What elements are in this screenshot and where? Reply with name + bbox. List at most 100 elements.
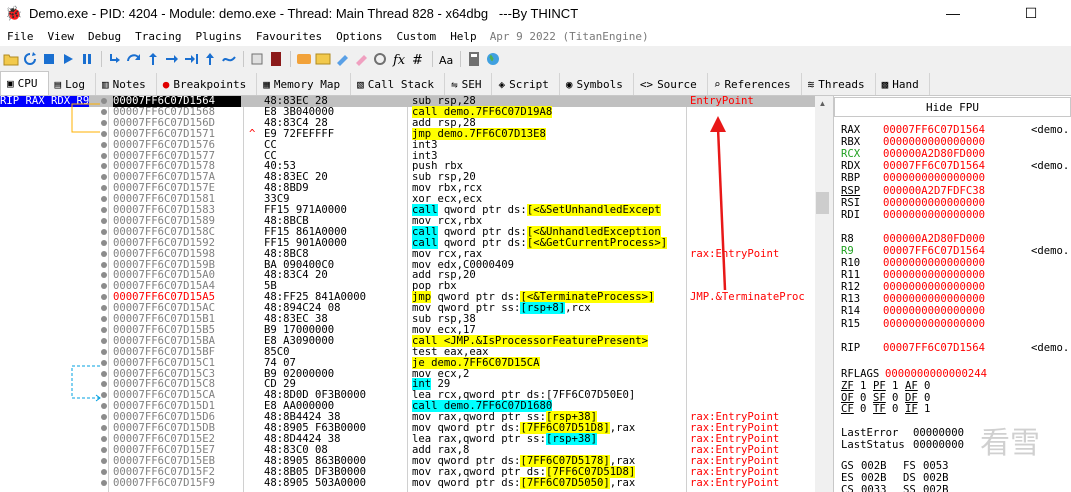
segment-value[interactable]: 002B: [923, 472, 949, 484]
run-to-user-code-icon[interactable]: [201, 50, 219, 68]
register-r15[interactable]: R15 0000000000000000: [841, 318, 1033, 330]
register-value[interactable]: 00007FF6C07D1564: [883, 124, 1033, 136]
register-r9[interactable]: R9 00007FF6C07D1564 <demo.: [841, 245, 1069, 257]
register-rdx[interactable]: RDX 00007FF6C07D1564 <demo.: [841, 160, 1069, 172]
register-rdi[interactable]: RDI 0000000000000000: [841, 209, 1033, 221]
rflags-value[interactable]: 0000000000000244: [885, 368, 1035, 380]
menu-help[interactable]: Help: [443, 30, 484, 43]
tab-breakpoints[interactable]: ● Breakpoints: [157, 73, 258, 95]
flag-value[interactable]: 0: [892, 403, 898, 415]
tab-references[interactable]: ⌕ References: [708, 73, 802, 95]
register-rip[interactable]: RIP 00007FF6C07D1564 <demo.: [841, 342, 1069, 354]
flag-value[interactable]: 1: [892, 380, 898, 392]
labels-icon[interactable]: [314, 50, 332, 68]
flag-of[interactable]: OF: [841, 392, 854, 404]
flag-value[interactable]: 0: [924, 380, 930, 392]
scroll-thumb[interactable]: [816, 192, 829, 214]
disassembly-scrollbar[interactable]: ▲: [815, 96, 830, 492]
flag-value[interactable]: 0: [924, 392, 930, 404]
hash-icon[interactable]: #: [409, 50, 427, 68]
register-value[interactable]: 0000000000000000: [883, 281, 1033, 293]
segment-value[interactable]: 0033: [861, 484, 887, 492]
register-value[interactable]: 000000A2D80FD000: [883, 148, 1033, 160]
globe-icon[interactable]: [484, 50, 502, 68]
execute-till-return-icon[interactable]: [182, 50, 200, 68]
menu-debug[interactable]: Debug: [81, 30, 128, 43]
tab-hand[interactable]: ▩ Hand: [876, 73, 930, 95]
scylla-icon[interactable]: [220, 50, 238, 68]
functions-icon[interactable]: [352, 50, 370, 68]
flag-sf[interactable]: SF: [873, 392, 886, 404]
disasm-row[interactable]: 00007FF6C07D1576 CC int3: [0, 139, 815, 151]
register-value[interactable]: 000000A2D80FD000: [883, 233, 1033, 245]
open-icon[interactable]: [2, 50, 20, 68]
register-value[interactable]: 0000000000000000: [883, 318, 1033, 330]
step-into-icon[interactable]: [106, 50, 124, 68]
tab-call-stack[interactable]: ▧ Call Stack: [351, 73, 445, 95]
flag-pf[interactable]: PF: [873, 380, 886, 392]
calculator-icon[interactable]: [465, 50, 483, 68]
register-value[interactable]: 000000A2D7FDFC38: [883, 185, 1033, 197]
register-r14[interactable]: R14 0000000000000000: [841, 305, 1033, 317]
register-value[interactable]: 0000000000000000: [883, 257, 1033, 269]
font-size-icon[interactable]: Aa: [437, 50, 455, 68]
register-value[interactable]: 0000000000000000: [883, 293, 1033, 305]
register-rsi[interactable]: RSI 0000000000000000: [841, 197, 1033, 209]
last-status-value[interactable]: 00000000: [913, 439, 964, 451]
segment-value[interactable]: 002B: [861, 460, 887, 472]
menu-custom[interactable]: Custom: [389, 30, 443, 43]
variables-icon[interactable]: [371, 50, 389, 68]
flag-af[interactable]: AF: [905, 380, 918, 392]
register-r12[interactable]: R12 0000000000000000: [841, 281, 1033, 293]
flag-value[interactable]: 0: [860, 392, 866, 404]
register-value[interactable]: 0000000000000000: [883, 305, 1033, 317]
disasm-row[interactable]: 00007FF6C07D15C1 74 07 je demo.7FF6C07D15C…: [0, 356, 815, 369]
minimize-button[interactable]: —: [930, 0, 976, 26]
run-icon[interactable]: [59, 50, 77, 68]
register-value[interactable]: 0000000000000000: [883, 172, 1033, 184]
flag-if[interactable]: IF: [905, 403, 918, 415]
trace-into-icon[interactable]: [144, 50, 162, 68]
rflags-line[interactable]: RFLAGS 0000000000000244: [841, 368, 1035, 380]
flag-value[interactable]: 0: [860, 403, 866, 415]
register-value[interactable]: 00007FF6C07D1564: [883, 342, 1033, 354]
tab-log[interactable]: ▤ Log: [49, 73, 96, 95]
tab-seh[interactable]: ⇋ SEH: [445, 73, 493, 95]
notes-icon[interactable]: [248, 50, 266, 68]
tab-script[interactable]: ◈ Script: [492, 73, 560, 95]
bookmarks-icon[interactable]: [333, 50, 351, 68]
tab-memory-map[interactable]: ▦ Memory Map: [257, 73, 352, 95]
stop-icon[interactable]: [40, 50, 58, 68]
tab-notes[interactable]: ▥ Notes: [96, 73, 157, 95]
disasm-row[interactable]: 00007FF6C07D15F2 48:8B05 DF3B0000 mov rax,…: [0, 465, 815, 478]
restart-icon[interactable]: [21, 50, 39, 68]
disassembly-view[interactable]: RIP RAX RDX R9 00007FF6C07D1564 48:83EC 28…: [0, 96, 830, 492]
register-value[interactable]: 00007FF6C07D1564: [883, 160, 1033, 172]
register-r13[interactable]: R13 0000000000000000: [841, 293, 1033, 305]
last-error-value[interactable]: 00000000: [913, 427, 964, 439]
segment-value[interactable]: 002B: [923, 484, 949, 492]
menu-view[interactable]: View: [41, 30, 82, 43]
register-value[interactable]: 0000000000000000: [883, 269, 1033, 281]
register-rbp[interactable]: RBP 0000000000000000: [841, 172, 1033, 184]
menu-favourites[interactable]: Favourites: [249, 30, 329, 43]
menu-options[interactable]: Options: [329, 30, 389, 43]
comments-icon[interactable]: [295, 50, 313, 68]
hide-fpu-button[interactable]: Hide FPU: [834, 97, 1071, 117]
maximize-button[interactable]: ☐: [1008, 0, 1054, 26]
register-rax[interactable]: RAX 00007FF6C07D1564 <demo.: [841, 124, 1069, 136]
patch-icon[interactable]: [267, 50, 285, 68]
step-over-icon[interactable]: [125, 50, 143, 68]
pause-icon[interactable]: [78, 50, 96, 68]
menu-plugins[interactable]: Plugins: [188, 30, 248, 43]
register-value[interactable]: 00007FF6C07D1564: [883, 245, 1033, 257]
register-value[interactable]: 0000000000000000: [883, 197, 1033, 209]
tab-threads[interactable]: ≋ Threads: [802, 73, 876, 95]
flag-zf[interactable]: ZF: [841, 380, 854, 392]
menu-file[interactable]: File: [0, 30, 41, 43]
tab-symbols[interactable]: ◉ Symbols: [560, 73, 634, 95]
segment-value[interactable]: 0053: [923, 460, 949, 472]
flag-value[interactable]: 1: [924, 403, 930, 415]
register-rsp[interactable]: RSP 000000A2D7FDFC38: [841, 185, 1033, 197]
flag-value[interactable]: 1: [860, 380, 866, 392]
